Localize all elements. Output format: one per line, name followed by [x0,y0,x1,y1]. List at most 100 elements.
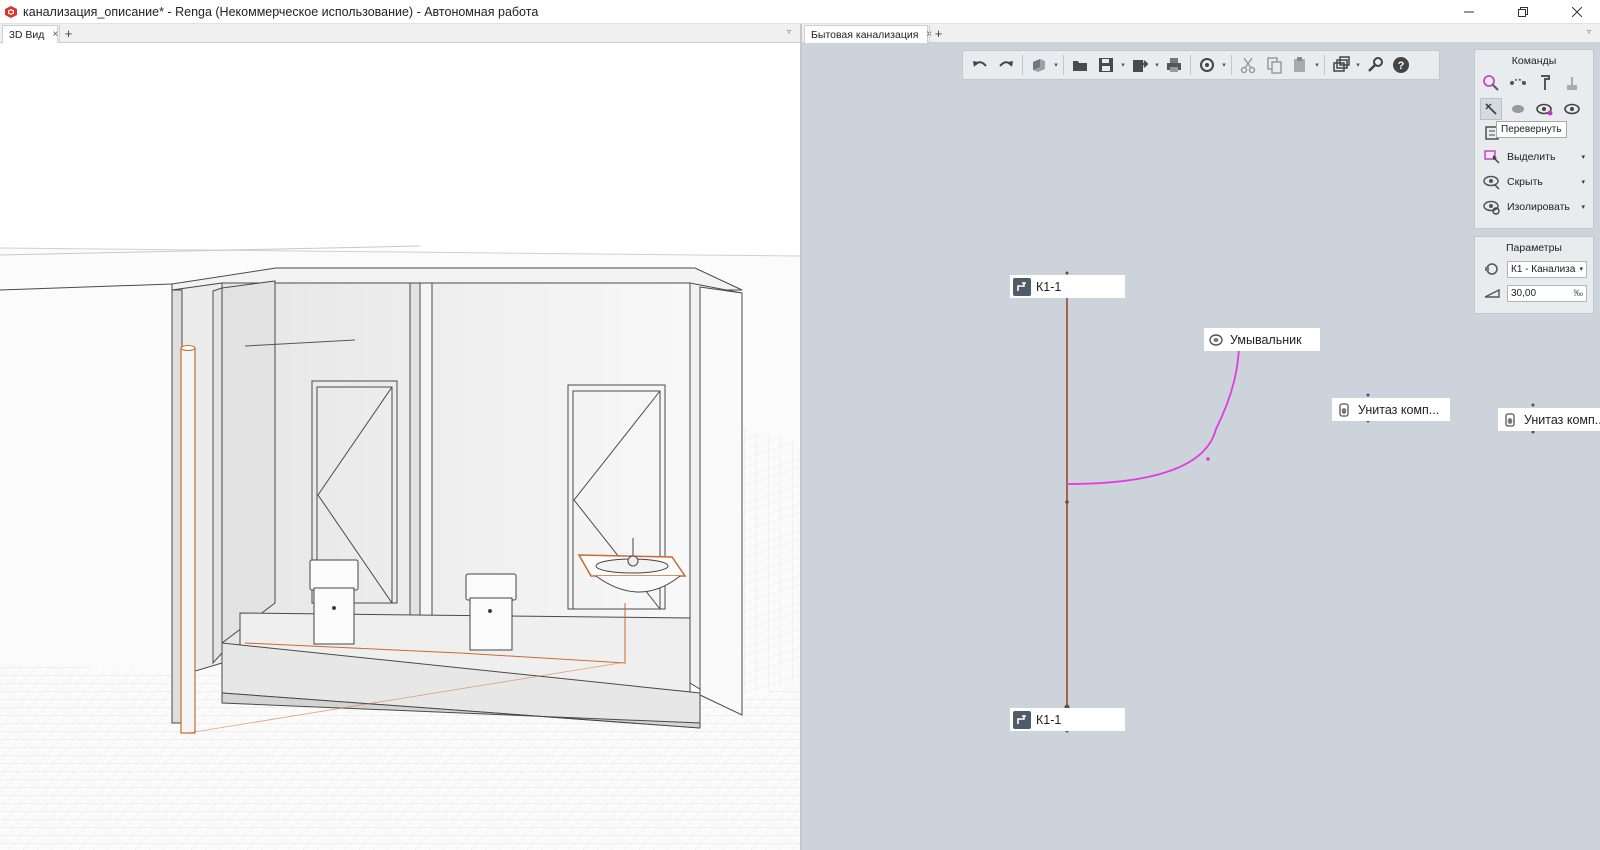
slope-icon [1481,282,1503,304]
dropdown-arrow-icon[interactable]: ▾ [1153,61,1161,69]
select-label: Выделить [1507,150,1556,163]
dropdown-arrow-icon[interactable]: ▾ [1581,153,1585,161]
dropdown-arrow-icon[interactable]: ▾ [1579,265,1583,273]
dropdown-arrow-icon[interactable]: ▾ [1581,178,1585,186]
node-label: Умывальник [1230,332,1302,347]
layers-button[interactable] [1328,52,1354,78]
paste-button[interactable] [1287,52,1313,78]
close-button[interactable] [1554,0,1600,24]
3d-viewport[interactable] [0,43,800,850]
tab-menu-icon[interactable]: ▿ [787,27,791,36]
toolbar-separator [1063,55,1064,75]
toolbar-separator [1231,55,1232,75]
paste-icon [1294,57,1305,72]
dropdown-arrow-icon[interactable]: ▾ [1052,61,1060,69]
panel-title: Параметры [1506,242,1562,254]
print-button[interactable] [1161,52,1187,78]
slope-param-row: 30,00 ‰ [1475,281,1593,305]
commands-panel: Команды Выделить ▾ Скрыть ▾ Изолировать … [1474,49,1594,229]
toolbar-separator [1324,55,1325,75]
cut-button[interactable] [1235,52,1261,78]
node-button[interactable] [1507,98,1529,120]
system-select[interactable]: К1 - Канализа ▾ [1507,260,1587,278]
restore-icon [1518,7,1528,17]
renga-window: канализация_описание* - Renga (Некоммерч… [0,0,1600,850]
help-button[interactable]: ? [1388,52,1414,78]
app-logo-icon [5,5,17,18]
system-value: К1 - Канализа [1511,263,1576,275]
washbasin-node[interactable]: Умывальник [1204,328,1320,351]
node-label: К1-1 [1036,279,1062,294]
dropdown-arrow-icon[interactable]: ▾ [1119,61,1127,69]
connection-point[interactable] [1065,500,1069,504]
left-tab-strip: 3D Вид × + ▿ [0,24,800,43]
fixture-icon [1567,77,1577,90]
dropdown-arrow-icon[interactable]: ▾ [1354,61,1362,69]
toolbar-separator [1022,55,1023,75]
minimize-button[interactable] [1446,0,1492,24]
right-tab-strip: Бытовая канализация × + ▿ [802,24,1600,43]
riser-icon [1013,277,1031,296]
hide-command[interactable]: Скрыть ▾ [1475,169,1593,194]
slope-input[interactable]: 30,00 ‰ [1507,284,1587,302]
export-button[interactable] [1127,52,1153,78]
isolate-label: Изолировать [1507,200,1570,213]
open-button[interactable] [1067,52,1093,78]
tab-menu-icon[interactable]: ▿ [1587,27,1591,36]
isolate-icon [1481,196,1503,218]
hide-icon [1481,171,1503,193]
connection-point[interactable] [1206,457,1210,461]
riser-node-bottom[interactable]: К1-1 [1010,708,1125,731]
show-button[interactable] [1534,98,1556,120]
riser-node-top[interactable]: К1-1 [1010,275,1125,298]
node-label: Унитаз комп... [1524,412,1600,427]
dropdown-arrow-icon[interactable]: ▾ [1313,61,1321,69]
tab-household-sewer[interactable]: Бытовая канализация × [804,25,932,43]
dropdown-arrow-icon[interactable]: ▾ [1581,203,1585,211]
window-title: канализация_описание* - Renga (Некоммерч… [23,4,539,19]
settings-button[interactable] [1362,52,1388,78]
schematic-toolbar: ▾ ▾ ▾ ▾ ▾ ▾ ? [962,50,1440,80]
washbasin-icon [1207,331,1225,349]
model-view-button[interactable] [1026,52,1052,78]
riser-icon [1541,75,1550,90]
toilet-node-2[interactable]: Унитаз комп... [1498,408,1600,431]
fixture-tool-button[interactable] [1561,72,1583,94]
add-tab-button[interactable]: + [929,25,947,42]
connect-button[interactable] [1507,72,1529,94]
save-icon [1099,58,1113,72]
tab-close-icon[interactable]: × [52,29,58,40]
washbasin-branch-line[interactable] [1066,342,1240,485]
settings-wrench-icon [1368,57,1383,72]
command-icon-row [1475,70,1593,96]
panel-title: Команды [1511,55,1557,67]
toilet-node-1[interactable]: Унитаз комп... [1332,398,1450,421]
connection-point[interactable] [1366,393,1370,397]
schematic-view[interactable]: К1-1 К1-1 Умывальник Унитаз комп... Унит… [802,43,1600,850]
add-tab-button[interactable]: + [59,25,77,42]
copy-button[interactable] [1261,52,1287,78]
connection-point[interactable] [1531,403,1535,407]
sync-icon [1200,58,1214,72]
redo-button[interactable] [993,52,1019,78]
riser-icon [1013,710,1031,729]
riser-tool-button[interactable] [1534,72,1556,94]
layers-icon [1333,56,1350,72]
toilet-icon [1335,401,1353,419]
select-command[interactable]: Выделить ▾ [1475,144,1593,169]
restore-button[interactable] [1500,0,1546,24]
undo-button[interactable] [967,52,993,78]
isolate-command[interactable]: Изолировать ▾ [1475,194,1593,219]
eye-button[interactable] [1561,98,1583,120]
slope-value: 30,00 [1511,287,1537,299]
print-icon [1167,58,1181,72]
zoom-button[interactable] [1480,72,1502,94]
sync-button[interactable] [1194,52,1220,78]
flip-button[interactable] [1480,98,1502,120]
save-button[interactable] [1093,52,1119,78]
open-folder-icon [1073,61,1087,71]
cut-icon [1240,57,1256,74]
slope-unit: ‰ [1573,287,1584,299]
tab-3d-view[interactable]: 3D Вид × [2,25,58,43]
dropdown-arrow-icon[interactable]: ▾ [1220,61,1228,69]
